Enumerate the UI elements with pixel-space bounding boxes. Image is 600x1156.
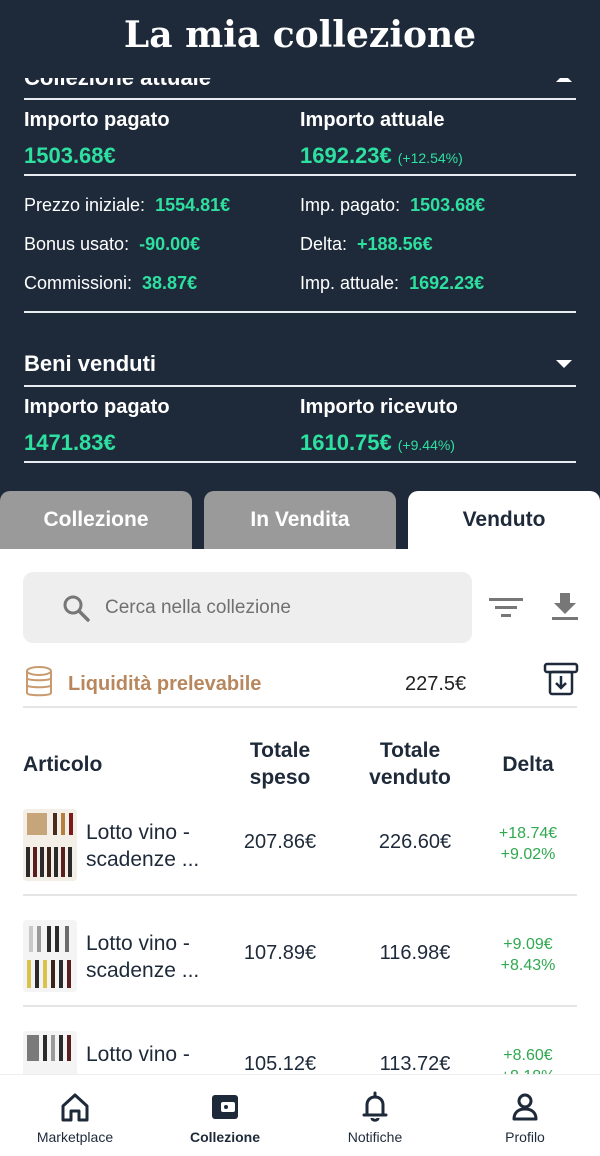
liquidity-label: Liquidità prelevabile: [68, 673, 262, 695]
chevron-down-icon[interactable]: [552, 352, 576, 376]
divider: [24, 174, 576, 176]
divider: [24, 311, 576, 313]
bell-icon: [362, 1091, 388, 1122]
delta-row: Delta: +188.56€: [300, 234, 433, 254]
article-name: Lotto vino - scadenze ...: [86, 932, 200, 982]
col-header-article: Articolo: [23, 753, 103, 776]
search-bar[interactable]: [23, 572, 472, 643]
withdrawable-liquidity-row: Liquidità prelevabile 227.5€: [23, 659, 579, 709]
current-amount-pct: (+12.54%): [397, 150, 463, 166]
divider: [23, 1005, 577, 1007]
nav-label: Marketplace: [36, 1129, 114, 1145]
collection-summary-panel: La mia collezione Collezione attuale Imp…: [0, 0, 600, 491]
divider: [24, 385, 576, 387]
received-label: Importo ricevuto: [300, 396, 458, 418]
user-icon: [512, 1093, 538, 1121]
total-spent: 207.86€: [243, 831, 317, 853]
wine-lot-thumbnail: [23, 920, 77, 992]
wallet-icon: [212, 1095, 238, 1119]
bottom-navigation: Marketplace Collezione Notifiche Profilo: [0, 1074, 600, 1156]
commission-row: Commissioni: 38.87€: [24, 273, 198, 293]
search-icon: [63, 595, 90, 622]
divider: [23, 706, 577, 708]
sold-list-panel: Liquidità prelevabile 227.5€ Articolo To…: [0, 549, 600, 1074]
tab-collezione[interactable]: Collezione: [0, 491, 192, 549]
bonus-row: Bonus usato: -90.00€: [24, 234, 201, 254]
nav-label: Collezione: [189, 1129, 260, 1145]
tab-bar: Collezione In Vendita Venduto: [0, 491, 600, 549]
col-header-delta: Delta: [502, 753, 554, 776]
withdraw-icon[interactable]: [543, 661, 579, 697]
divider: [24, 461, 576, 463]
sold-paid-label: Importo pagato: [24, 396, 170, 418]
current-amount-label: Importo attuale: [300, 109, 445, 131]
page-title: La mia collezione: [123, 14, 477, 56]
delta-value: +9.09€ +8.43%: [500, 936, 556, 974]
received-pct: (+9.44%): [397, 437, 455, 453]
total-sold: 113.72€: [379, 1053, 451, 1074]
sold-paid-value: 1471.83€: [24, 430, 116, 455]
table-row[interactable]: Lotto vino - scadenze ... 107.89€ 116.98…: [0, 920, 600, 1010]
table-row[interactable]: Lotto vino - scadenze ... 207.86€ 226.60…: [0, 809, 600, 899]
tab-venduto[interactable]: Venduto: [408, 491, 600, 549]
sold-goods-header[interactable]: Beni venduti: [24, 342, 576, 386]
wine-lot-thumbnail: [23, 1031, 77, 1074]
download-icon[interactable]: [547, 591, 583, 621]
delta-value: +18.74€ +9.02%: [498, 825, 558, 863]
tab-in-vendita[interactable]: In Vendita: [204, 491, 396, 549]
nav-collezione[interactable]: Collezione: [150, 1075, 300, 1156]
divider: [23, 894, 577, 896]
total-sold: 116.98€: [379, 942, 451, 964]
nav-marketplace[interactable]: Marketplace: [0, 1075, 150, 1156]
total-sold: 226.60€: [378, 831, 452, 853]
imp-current-row: Imp. attuale: 1692.23€: [300, 273, 485, 293]
divider: [24, 98, 576, 100]
nav-label: Notifiche: [347, 1129, 403, 1145]
coins-icon: [26, 666, 52, 697]
col-header-sold: Totale venduto: [369, 739, 451, 789]
sold-goods-title: Beni venduti: [24, 351, 157, 376]
liquidity-amount: 227.5€: [405, 673, 467, 695]
article-name: Lotto vino -: [86, 1043, 190, 1066]
filter-icon[interactable]: [488, 593, 524, 623]
total-spent: 105.12€: [243, 1053, 317, 1074]
total-spent: 107.89€: [243, 942, 317, 964]
col-header-spent: Totale speso: [249, 739, 311, 789]
paid-label: Importo pagato: [24, 109, 170, 131]
wine-lot-thumbnail: [23, 809, 77, 881]
home-icon: [61, 1093, 89, 1122]
table-row[interactable]: Lotto vino - 105.12€ 113.72€ +8.60€+8.18…: [0, 1031, 600, 1074]
search-input[interactable]: [105, 596, 445, 619]
imp-paid-row: Imp. pagato: 1503.68€: [300, 195, 486, 215]
nav-profilo[interactable]: Profilo: [450, 1075, 600, 1156]
received-value: 1610.75€ (+9.44%): [300, 430, 455, 455]
nav-notifiche[interactable]: Notifiche: [300, 1075, 450, 1156]
current-amount-value: 1692.23€ (+12.54%): [300, 143, 463, 168]
article-name: Lotto vino - scadenze ...: [86, 821, 200, 871]
initial-price-row: Prezzo iniziale: 1554.81€: [24, 195, 231, 215]
delta-value: +8.60€+8.18%: [501, 1047, 556, 1074]
nav-label: Profilo: [505, 1129, 545, 1145]
paid-value: 1503.68€: [24, 143, 116, 168]
